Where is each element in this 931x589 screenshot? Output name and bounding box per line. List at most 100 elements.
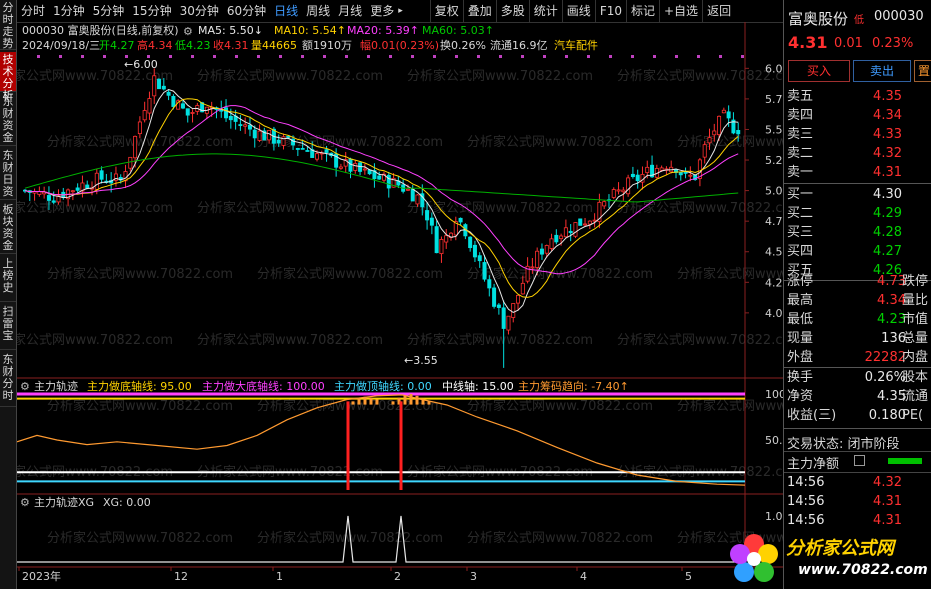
bid-price[interactable]: 4.28 — [873, 223, 902, 242]
tick-row: 14:56 4.31 — [784, 492, 931, 511]
price-axis-label: 5.75 — [765, 93, 783, 106]
stat2-label: 净资 — [787, 389, 814, 404]
left-tab-4[interactable]: 板块资金 — [0, 202, 16, 254]
candle-body — [224, 107, 229, 119]
ind1-settings-icon[interactable]: ⚙ — [20, 380, 30, 393]
ask-price[interactable]: 4.34 — [873, 106, 902, 125]
tool-button-2[interactable]: 多股 — [495, 0, 529, 22]
ask-row: 卖四 4.34 — [784, 106, 931, 125]
candle-body — [535, 250, 540, 268]
watermark-text: 分析家公式网www.70822.com — [467, 134, 653, 150]
candle-body — [712, 130, 717, 136]
settings-icon[interactable]: ⚙ — [183, 25, 193, 38]
ask-price[interactable]: 4.31 — [873, 163, 902, 182]
candle-body — [324, 149, 329, 153]
candle-body — [152, 75, 157, 97]
place-order-button[interactable]: 置 — [914, 60, 931, 82]
candle-body — [501, 307, 506, 329]
stat2-value: 0.180 — [868, 408, 906, 423]
left-tab-3[interactable]: 东财日资 — [0, 148, 16, 200]
candle-body — [678, 171, 683, 176]
logo-url: www.70822.com — [798, 562, 928, 578]
more-arrow-icon[interactable]: ▸ — [398, 0, 409, 22]
ask-price[interactable]: 4.32 — [873, 144, 902, 163]
period-tab-9[interactable]: 更多 — [366, 0, 398, 22]
tool-button-1[interactable]: 叠加 — [462, 0, 496, 22]
period-tab-2[interactable]: 5分钟 — [89, 0, 129, 22]
open-label: 开4.27 — [99, 39, 135, 52]
candle-body — [171, 95, 176, 107]
net-flow-bar — [888, 458, 922, 464]
candle-body — [228, 115, 233, 121]
ind2-settings-icon[interactable]: ⚙ — [20, 496, 30, 509]
tool-button-7[interactable]: +自选 — [659, 0, 702, 22]
close-label: 收4.31 — [213, 39, 249, 52]
tool-button-8[interactable]: 返回 — [702, 0, 735, 22]
buy-button[interactable]: 买入 — [788, 60, 850, 82]
candle-body — [286, 135, 291, 138]
ind2-xg-value: XG: 0.00 — [103, 496, 151, 509]
site-logo: 分析家公式网 www.70822.com — [724, 528, 931, 588]
period-tab-5[interactable]: 60分钟 — [223, 0, 270, 22]
period-tab-6[interactable]: 日线 — [270, 0, 302, 22]
candle-body — [137, 121, 142, 135]
tool-button-5[interactable]: F10 — [594, 0, 626, 22]
period-tab-7[interactable]: 周线 — [302, 0, 334, 22]
period-tab-4[interactable]: 30分钟 — [176, 0, 223, 22]
ask-row: 卖五 4.35 — [784, 87, 931, 106]
sell-button[interactable]: 卖出 — [853, 60, 911, 82]
watermark-text: 分析家公式网www.70822.com — [47, 530, 233, 546]
bid-price[interactable]: 4.27 — [873, 242, 902, 261]
list-icon[interactable] — [854, 455, 865, 466]
bid-price[interactable]: 4.29 — [873, 204, 902, 223]
candle-body — [520, 282, 525, 295]
candle-body — [147, 98, 152, 114]
candle-body — [405, 188, 410, 191]
tick-row: 14:56 4.32 — [784, 473, 931, 492]
left-tab-5[interactable]: 上榜史 — [0, 256, 16, 302]
period-tab-8[interactable]: 月线 — [334, 0, 366, 22]
candle-body — [300, 147, 305, 150]
sector-label[interactable]: 汽车配件 — [554, 39, 598, 52]
bid-price[interactable]: 4.30 — [873, 185, 902, 204]
watermark-text: 分析家公式网www.70822.com — [617, 68, 783, 84]
watermark-text: 分析家公式网www.70822.com — [407, 68, 593, 84]
candle-body — [128, 156, 133, 169]
candle-body — [563, 227, 568, 238]
candle-body — [468, 236, 473, 249]
stat-right-label: 跌停 — [902, 274, 929, 289]
low-price-marker: ←3.55 — [404, 354, 438, 367]
left-tab-1[interactable]: 技术分析 — [0, 52, 16, 102]
candle-body — [180, 103, 185, 109]
left-tab-0[interactable]: 分时走势 — [0, 0, 16, 50]
candle-body — [707, 137, 712, 144]
logo-text: 分析家公式网 — [786, 538, 894, 559]
amount-label: 额1910万 — [302, 39, 352, 52]
period-tab-3[interactable]: 15分钟 — [128, 0, 175, 22]
left-tab-6[interactable]: 扫雷宝 — [0, 304, 16, 350]
candle-body — [549, 238, 554, 249]
ask-price[interactable]: 4.33 — [873, 125, 902, 144]
candle-body — [353, 162, 358, 171]
ask-price[interactable]: 4.35 — [873, 87, 902, 106]
price-axis-label: 5.50 — [765, 123, 783, 136]
candle-body — [645, 166, 650, 174]
ind2-name: 主力轨迹XG — [34, 496, 95, 509]
left-tab-7[interactable]: 东财分时 — [0, 352, 16, 407]
candle-body — [362, 168, 367, 171]
period-tab-0[interactable]: 分时 — [17, 0, 49, 22]
tool-button-3[interactable]: 统计 — [528, 0, 562, 22]
candle-body — [616, 189, 621, 192]
tool-button-0[interactable]: 复权 — [429, 0, 463, 22]
candle-body — [726, 111, 731, 119]
candle-body — [75, 187, 80, 191]
stat-right-label: 市值 — [902, 312, 929, 327]
left-tab-bar: 分时走势技术分析 东财资金东财日资板块资金上榜史扫雷宝东财分时 — [0, 0, 17, 589]
period-tab-1[interactable]: 1分钟 — [49, 0, 89, 22]
tool-button-6[interactable]: 标记 — [625, 0, 659, 22]
chip-bar — [421, 398, 425, 405]
watermark-text: 分析家公式网www.70822.com — [257, 266, 443, 282]
ask-label: 卖一 — [787, 165, 814, 180]
tool-button-4[interactable]: 画线 — [561, 0, 595, 22]
left-tab-2[interactable]: 东财资金 — [0, 94, 16, 146]
